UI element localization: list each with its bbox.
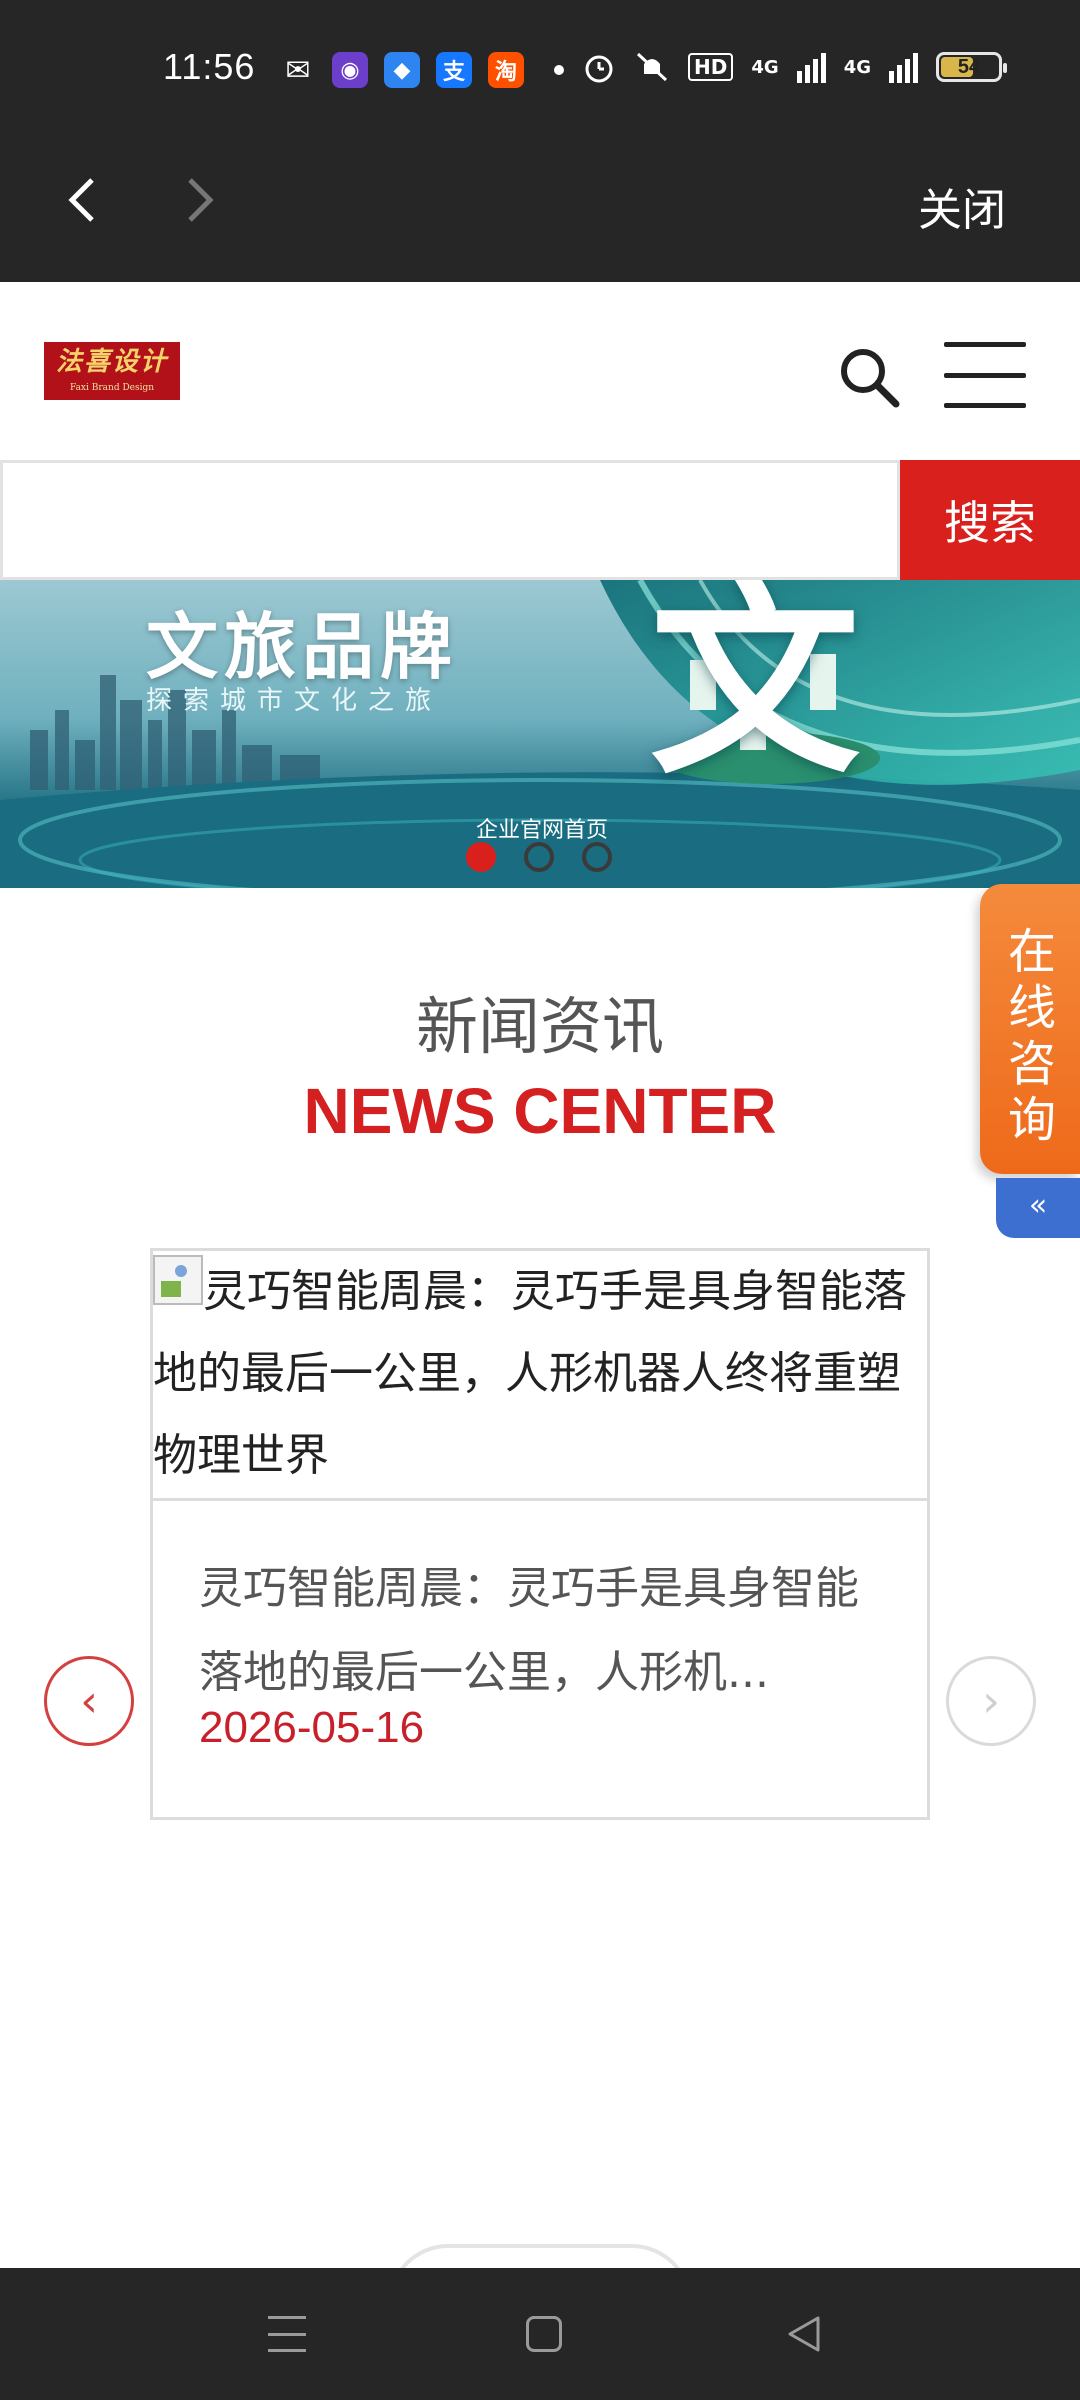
consult-label: 在线咨询 [1007, 924, 1056, 1148]
search-bar: 搜索 [0, 460, 1080, 580]
broken-image-icon [153, 1255, 203, 1305]
back-icon[interactable] [62, 170, 122, 250]
banner-big-char: 文 [650, 580, 861, 803]
purple-app-icon: ◉ [332, 52, 368, 88]
recents-icon[interactable] [268, 2316, 306, 2352]
wechat-icon: ✉ [285, 52, 311, 88]
news-prev-button[interactable]: ‹ [44, 1656, 134, 1746]
banner-title: 文旅品牌 [146, 604, 459, 689]
banner-subtitle: 探索城市文化之旅 [146, 686, 443, 716]
news-title[interactable]: 灵巧智能周晨：灵巧手是具身智能落地的最后一公里，人形机... [199, 1547, 889, 1715]
section-title-en: NEWS CENTER [303, 1075, 777, 1147]
notification-dot [554, 65, 564, 75]
status-time: 11:56 [163, 46, 256, 87]
online-consult-button[interactable]: 在线咨询 [980, 884, 1080, 1174]
forward-icon[interactable] [180, 170, 240, 250]
battery-icon: 54 [936, 52, 1007, 82]
logo-sub-text: Faxi Brand Design [69, 383, 155, 393]
signal-icon-1 [796, 51, 826, 83]
search-input[interactable] [0, 460, 900, 580]
carousel-dot-1[interactable] [466, 842, 496, 872]
logo-main-text: 法喜设计 [55, 347, 168, 377]
search-button[interactable]: 搜索 [900, 460, 1080, 580]
news-date: 2026-05-16 [199, 1703, 425, 1752]
status-indicators: HD 4G 4G 54 [582, 50, 1007, 84]
carousel-dot-2[interactable] [524, 842, 554, 872]
system-back-icon[interactable] [784, 2314, 824, 2354]
section-title-cn: 新闻资讯 [415, 990, 664, 1063]
alipay-icon: 支 [436, 52, 472, 88]
browser-app-icon: ◆ [384, 52, 420, 88]
close-button[interactable]: 关闭 [918, 174, 1006, 238]
news-image[interactable]: 灵巧智能周晨：灵巧手是具身智能落地的最后一公里，人形机器人终将重塑物理世界 [153, 1251, 927, 1501]
status-app-icons: ✉ ◉ ◆ 支 淘 [280, 52, 564, 88]
home-icon[interactable] [526, 2316, 562, 2352]
network-label-1: 4G [751, 56, 779, 78]
news-next-button[interactable]: › [946, 1656, 1036, 1746]
browser-toolbar: 关闭 [0, 140, 1080, 282]
alarm-icon [585, 55, 613, 83]
banner-carousel[interactable]: 文 文旅品牌 探索城市文化之旅 企业官网首页 [0, 580, 1080, 888]
system-nav-bar [0, 2268, 1080, 2400]
hd-indicator: HD [688, 53, 734, 81]
carousel-dot-3[interactable] [582, 842, 612, 872]
banner-caption: 企业官网首页 [476, 818, 609, 843]
network-label-2: 4G [843, 56, 871, 78]
news-image-alt-text: 灵巧智能周晨：灵巧手是具身智能落地的最后一公里，人形机器人终将重塑物理世界 [153, 1266, 907, 1481]
signal-icon-2 [889, 51, 918, 83]
battery-level: 54 [957, 55, 981, 78]
taobao-icon: 淘 [488, 52, 524, 88]
site-header: 法喜设计 Faxi Brand Design [0, 282, 1080, 460]
search-icon[interactable] [836, 344, 902, 410]
news-card[interactable]: 灵巧智能周晨：灵巧手是具身智能落地的最后一公里，人形机器人终将重塑物理世界 灵巧… [150, 1248, 930, 1820]
carousel-indicators [466, 842, 612, 872]
consult-collapse-button[interactable]: « [996, 1178, 1080, 1238]
menu-icon[interactable] [944, 342, 1026, 408]
mute-icon [637, 52, 668, 82]
status-bar: 11:56 ✉ ◉ ◆ 支 淘 HD 4G 4G 54 [0, 0, 1080, 140]
site-logo[interactable]: 法喜设计 Faxi Brand Design [44, 342, 180, 400]
